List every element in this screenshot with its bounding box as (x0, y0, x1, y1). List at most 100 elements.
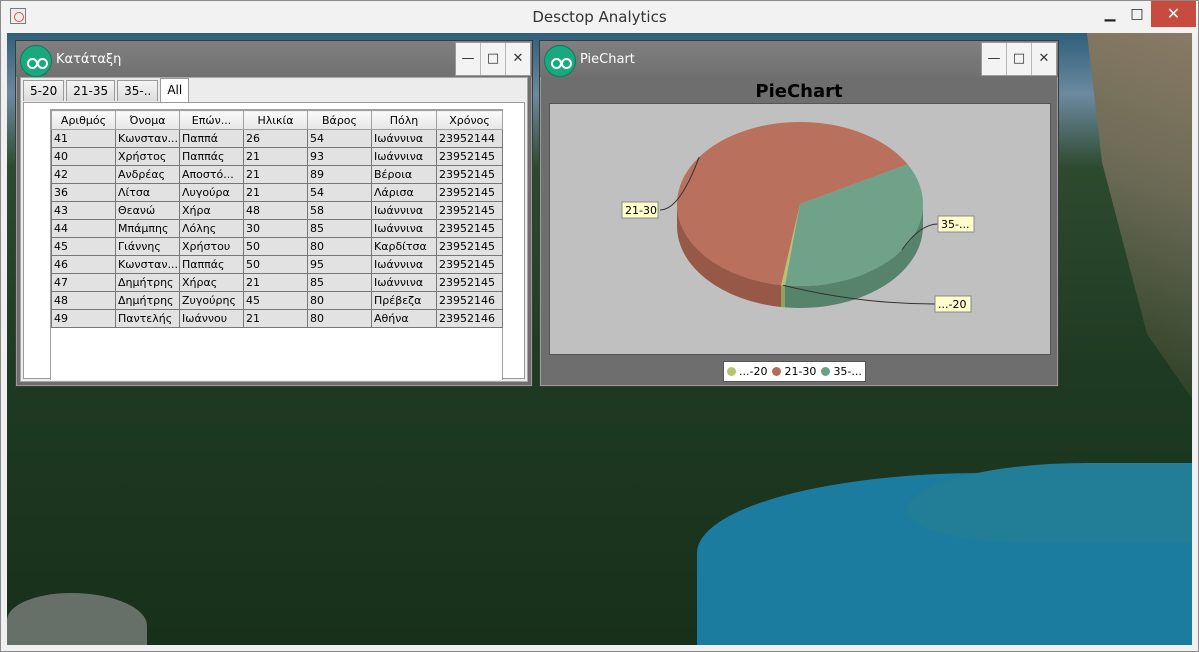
table-cell[interactable]: 23952146 (436, 309, 503, 328)
piechart-minimize-button[interactable]: — (982, 43, 1006, 75)
table-cell[interactable]: 50 (243, 237, 308, 256)
column-header[interactable]: Ηλικία (243, 110, 308, 130)
table-row[interactable]: 48 Δημήτρης Ζυγούρης 45 80 Πρέβεζα 23952146 (51, 291, 503, 310)
table-cell[interactable]: Ανδρέας (115, 165, 180, 184)
table-cell[interactable]: Ιωάννινα (371, 147, 437, 166)
table-cell[interactable]: 23952145 (436, 183, 503, 202)
column-header[interactable]: Πόλη (371, 110, 437, 130)
table-cell[interactable]: Χήρας (179, 273, 244, 292)
table-cell[interactable]: Παππά (179, 129, 244, 148)
table-row[interactable]: 46 Κωνσταν... Παππάς 50 95 Ιωάννινα 23952145 (51, 255, 503, 274)
table-cell[interactable]: 85 (307, 219, 372, 238)
table-cell[interactable]: Αποστό... (179, 165, 244, 184)
table-cell[interactable]: 85 (307, 273, 372, 292)
table-cell[interactable]: 80 (307, 309, 372, 328)
table-cell[interactable]: 95 (307, 255, 372, 274)
table-cell[interactable]: 36 (51, 183, 116, 202)
table-cell[interactable]: Ιωάννινα (371, 201, 437, 220)
table-cell[interactable]: 89 (307, 165, 372, 184)
table-cell[interactable]: 41 (51, 129, 116, 148)
table-cell[interactable]: 21 (243, 183, 308, 202)
table-cell[interactable]: Παππάς (179, 255, 244, 274)
table-cell[interactable]: 48 (51, 291, 116, 310)
column-header[interactable]: Βάρος (307, 110, 372, 130)
table-cell[interactable]: Καρδίτσα (371, 237, 437, 256)
table-row[interactable]: 42 Ανδρέας Αποστό... 21 89 Βέροια 23952145 (51, 165, 503, 184)
table-cell[interactable]: 23952145 (436, 147, 503, 166)
table-cell[interactable]: Γιάννης (115, 237, 180, 256)
table-cell[interactable]: 23952145 (436, 165, 503, 184)
table-row[interactable]: 43 Θεανώ Χήρα 48 58 Ιωάννινα 23952145 (51, 201, 503, 220)
tab-35-plus[interactable]: 35-.. (117, 80, 159, 101)
tab-5-20[interactable]: 5-20 (23, 80, 65, 101)
ranking-frame[interactable]: Κατάταξη — □ ✕ 5-20 21-35 35-.. All Αριθ… (15, 40, 533, 387)
table-cell[interactable]: 30 (243, 219, 308, 238)
table-cell[interactable]: 80 (307, 237, 372, 256)
table-cell[interactable]: Κωνσταν... (115, 255, 180, 274)
window-titlebar[interactable]: Desctop Analytics ▁ □ ✕ (1, 1, 1198, 33)
table-cell[interactable]: Αθήνα (371, 309, 437, 328)
table-cell[interactable]: 80 (307, 291, 372, 310)
table-cell[interactable]: Πρέβεζα (371, 291, 437, 310)
close-button[interactable]: ✕ (1151, 1, 1196, 27)
table-cell[interactable]: 21 (243, 165, 308, 184)
table-row[interactable]: 45 Γιάννης Χρήστου 50 80 Καρδίτσα 23952145 (51, 237, 503, 256)
table-cell[interactable]: 23952145 (436, 201, 503, 220)
column-header[interactable]: Όνομα (115, 110, 180, 130)
table-cell[interactable]: Λάρισα (371, 183, 437, 202)
table-cell[interactable]: 43 (51, 201, 116, 220)
maximize-button[interactable]: □ (1125, 1, 1149, 27)
ranking-table-container[interactable]: Αριθμός Όνομα Επών... Ηλικία Βάρος Πόλη … (50, 109, 503, 380)
table-cell[interactable]: 23952145 (436, 273, 503, 292)
table-row[interactable]: 40 Χρήστος Παππάς 21 93 Ιωάννινα 23952145 (51, 147, 503, 166)
tab-21-35[interactable]: 21-35 (66, 80, 116, 101)
table-cell[interactable]: 21 (243, 147, 308, 166)
table-cell[interactable]: 50 (243, 255, 308, 274)
piechart-close-button[interactable]: ✕ (1031, 43, 1056, 75)
table-cell[interactable]: Ιωάννινα (371, 255, 437, 274)
table-row[interactable]: 49 Παντελής Ιωάννου 21 80 Αθήνα 23952146 (51, 309, 503, 328)
table-cell[interactable]: 23952145 (436, 219, 503, 238)
table-cell[interactable]: 54 (307, 129, 372, 148)
piechart-frame[interactable]: PieChart — □ ✕ PieChart ...-20 21-30 35-..… (539, 40, 1059, 387)
table-cell[interactable]: 58 (307, 201, 372, 220)
table-cell[interactable]: Ιωάννινα (371, 219, 437, 238)
table-row[interactable]: 47 Δημήτρης Χήρας 21 85 Ιωάννινα 23952145 (51, 273, 503, 292)
table-row[interactable]: 44 Μπάμπης Λόλης 30 85 Ιωάννινα 23952145 (51, 219, 503, 238)
table-cell[interactable]: 21 (243, 273, 308, 292)
table-cell[interactable]: 23952145 (436, 237, 503, 256)
table-cell[interactable]: 23952146 (436, 291, 503, 310)
table-cell[interactable]: Δημήτρης (115, 291, 180, 310)
table-cell[interactable]: Χρήστος (115, 147, 180, 166)
table-cell[interactable]: 42 (51, 165, 116, 184)
table-cell[interactable]: Χρήστου (179, 237, 244, 256)
table-cell[interactable]: 23952144 (436, 129, 503, 148)
table-cell[interactable]: Ιωάννινα (371, 129, 437, 148)
table-cell[interactable]: 21 (243, 309, 308, 328)
column-header[interactable]: Επών... (179, 110, 244, 130)
table-cell[interactable]: Λόλης (179, 219, 244, 238)
ranking-minimize-button[interactable]: — (456, 43, 480, 75)
table-cell[interactable]: 48 (243, 201, 308, 220)
table-cell[interactable]: Ζυγούρης (179, 291, 244, 310)
table-cell[interactable]: Μπάμπης (115, 219, 180, 238)
column-header[interactable]: Χρόνος (436, 110, 503, 130)
table-row[interactable]: 41 Κωνσταν... Παππά 26 54 Ιωάννινα 23952144 (51, 129, 503, 148)
table-cell[interactable]: Δημήτρης (115, 273, 180, 292)
table-cell[interactable]: 46 (51, 255, 116, 274)
table-cell[interactable]: 26 (243, 129, 308, 148)
table-cell[interactable]: Παντελής (115, 309, 180, 328)
table-cell[interactable]: Παππάς (179, 147, 244, 166)
table-cell[interactable]: Ιωάννου (179, 309, 244, 328)
table-cell[interactable]: 47 (51, 273, 116, 292)
table-row[interactable]: 36 Λίτσα Λυγούρα 21 54 Λάρισα 23952145 (51, 183, 503, 202)
piechart-frame-titlebar[interactable]: PieChart — □ ✕ (540, 41, 1058, 77)
table-cell[interactable]: 54 (307, 183, 372, 202)
table-cell[interactable]: Λίτσα (115, 183, 180, 202)
ranking-maximize-button[interactable]: □ (480, 43, 505, 75)
table-cell[interactable]: 44 (51, 219, 116, 238)
ranking-frame-titlebar[interactable]: Κατάταξη — □ ✕ (16, 41, 532, 77)
table-cell[interactable]: Χήρα (179, 201, 244, 220)
table-cell[interactable]: Θεανώ (115, 201, 180, 220)
table-cell[interactable]: Κωνσταν... (115, 129, 180, 148)
